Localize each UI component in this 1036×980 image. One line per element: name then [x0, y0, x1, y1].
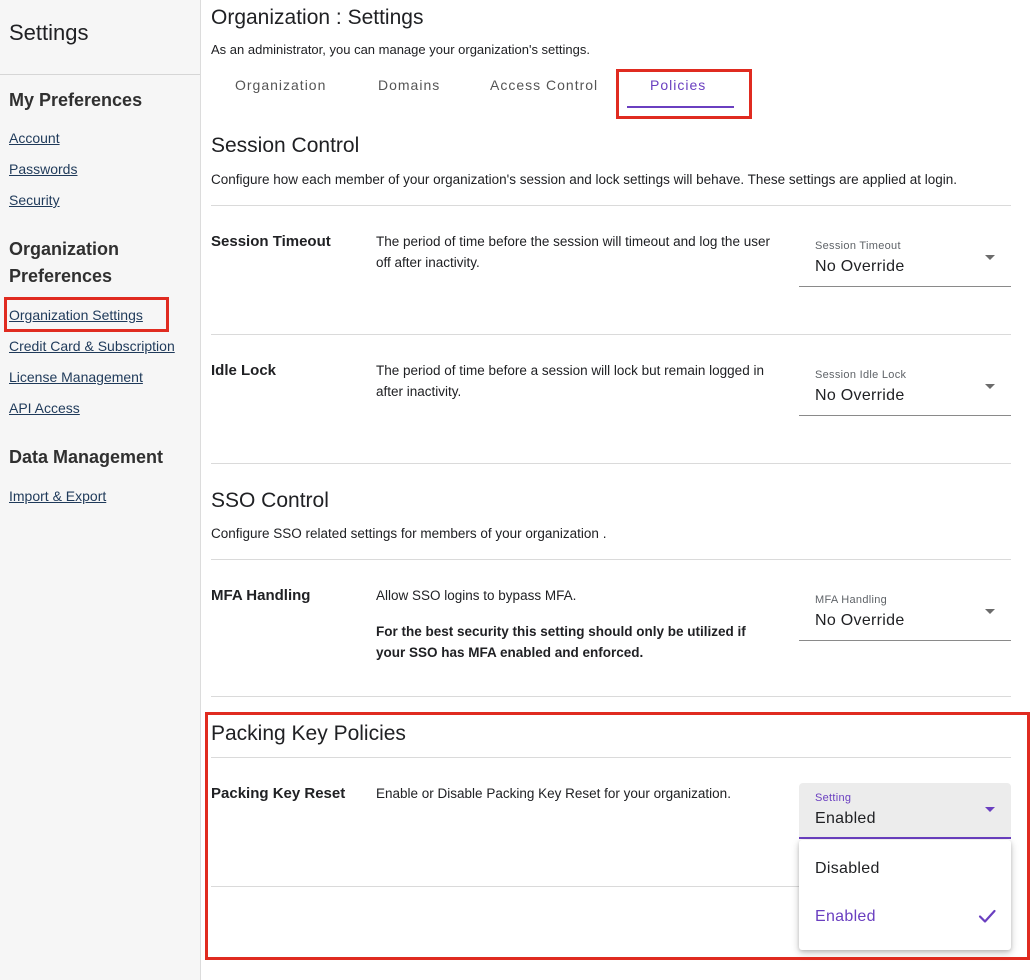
menu-option-label: Enabled [815, 908, 876, 925]
sidebar-heading-my-preferences: My Preferences [9, 90, 143, 110]
sidebar-item-passwords[interactable]: Passwords [9, 161, 77, 177]
dropdown-arrow-icon [985, 384, 995, 389]
sidebar-heading-organization-preferences: Organization Preferences [9, 239, 120, 286]
row-label-mfa-handling: MFA Handling [211, 587, 311, 604]
tab-access-control[interactable]: Access Control [490, 77, 598, 93]
divider [211, 696, 1011, 697]
divider [211, 205, 1011, 206]
mfa-handling-select[interactable]: MFA Handling No Override [799, 585, 1011, 641]
sidebar: Settings My Preferences Account Password… [0, 0, 201, 980]
select-value: No Override [815, 612, 905, 629]
mfa-warning-text: For the best security this setting shoul… [376, 624, 746, 660]
row-label-packing-key-reset: Packing Key Reset [211, 785, 346, 802]
select-caption: Setting [815, 792, 852, 804]
row-desc-packing-key-reset: Enable or Disable Packing Key Reset for … [376, 786, 731, 801]
menu-option-enabled[interactable]: Enabled [799, 894, 1011, 942]
dropdown-arrow-icon [985, 609, 995, 614]
select-value: No Override [815, 387, 905, 404]
section-title-sso-control: SSO Control [211, 489, 329, 512]
sidebar-item-credit-card-subscription[interactable]: Credit Card & Subscription [9, 338, 175, 354]
section-title-packing-key-policies: Packing Key Policies [211, 722, 406, 745]
page-subtitle: As an administrator, you can manage your… [211, 42, 590, 57]
dropdown-arrow-icon [985, 807, 995, 812]
divider [211, 559, 1011, 560]
tab-organization[interactable]: Organization [235, 77, 326, 93]
divider [211, 463, 1011, 464]
packing-key-reset-select[interactable]: Setting Enabled [799, 783, 1011, 839]
row-note-mfa-handling: For the best security this setting shoul… [376, 621, 776, 663]
sidebar-divider [0, 74, 200, 75]
section-desc-session-control: Configure how each member of your organi… [211, 172, 958, 187]
dropdown-arrow-icon [985, 255, 995, 260]
select-value: Enabled [815, 810, 876, 827]
divider [211, 334, 1011, 335]
sidebar-title: Settings [9, 20, 89, 45]
packing-key-reset-menu: Disabled Enabled [799, 840, 1011, 950]
tab-policies[interactable]: Policies [650, 77, 706, 93]
sidebar-item-security[interactable]: Security [9, 192, 60, 208]
select-value: No Override [815, 258, 905, 275]
menu-option-label: Disabled [815, 860, 880, 877]
page-title: Organization : Settings [211, 6, 424, 29]
row-label-idle-lock: Idle Lock [211, 362, 277, 379]
sidebar-item-account[interactable]: Account [9, 130, 60, 146]
select-caption: Session Timeout [815, 240, 901, 252]
row-desc-idle-lock: The period of time before a session will… [376, 363, 764, 399]
sidebar-item-license-management[interactable]: License Management [9, 369, 143, 385]
sidebar-item-import-export[interactable]: Import & Export [9, 488, 106, 504]
row-desc-session-timeout: The period of time before the session wi… [376, 234, 770, 270]
active-tab-indicator [627, 106, 734, 108]
tab-domains[interactable]: Domains [378, 77, 440, 93]
menu-option-disabled[interactable]: Disabled [799, 846, 1011, 894]
check-icon [977, 906, 997, 931]
session-timeout-select[interactable]: Session Timeout No Override [799, 231, 1011, 287]
divider [211, 757, 1011, 758]
section-desc-sso-control: Configure SSO related settings for membe… [211, 526, 607, 541]
sidebar-item-organization-settings[interactable]: Organization Settings [9, 307, 143, 323]
sidebar-item-api-access[interactable]: API Access [9, 400, 80, 416]
select-caption: Session Idle Lock [815, 369, 907, 381]
select-caption: MFA Handling [815, 594, 888, 606]
section-title-session-control: Session Control [211, 134, 360, 157]
sidebar-heading-data-management: Data Management [9, 447, 164, 467]
session-idle-lock-select[interactable]: Session Idle Lock No Override [799, 360, 1011, 416]
row-desc-mfa-handling: Allow SSO logins to bypass MFA. [376, 588, 577, 603]
row-label-session-timeout: Session Timeout [211, 233, 331, 250]
